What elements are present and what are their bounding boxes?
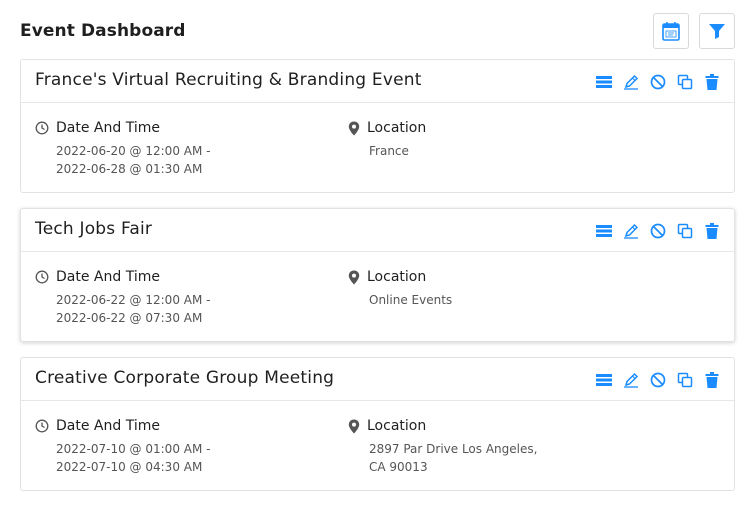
- list-icon: [596, 225, 612, 237]
- date-time-section: Date And Time 2022-06-20 @ 12:00 AM - 20…: [35, 120, 210, 178]
- ban-icon: [650, 74, 666, 90]
- delete-button[interactable]: [702, 370, 722, 390]
- filter-funnel-icon: [709, 24, 725, 39]
- date-time-label: Date And Time: [56, 269, 160, 285]
- copy-icon: [677, 223, 693, 239]
- filter-button[interactable]: [699, 13, 735, 49]
- duplicate-button[interactable]: [675, 221, 695, 241]
- location-label: Location: [367, 418, 427, 434]
- date-time-section: Date And Time 2022-07-10 @ 01:00 AM - 20…: [35, 418, 210, 476]
- location-section: Location Online Events: [348, 269, 452, 309]
- date-time-section: Date And Time 2022-06-22 @ 12:00 AM - 20…: [35, 269, 210, 327]
- event-card: France's Virtual Recruiting & Branding E…: [20, 59, 735, 193]
- list-details-button[interactable]: [594, 72, 614, 92]
- event-card: Creative Corporate Group Meeting Date An: [20, 357, 735, 491]
- event-card-header: Creative Corporate Group Meeting: [21, 358, 734, 401]
- event-card-body: Date And Time 2022-07-10 @ 01:00 AM - 20…: [21, 401, 734, 491]
- clock-icon: [35, 419, 49, 433]
- ban-icon: [650, 223, 666, 239]
- event-card-body: Date And Time 2022-06-22 @ 12:00 AM - 20…: [21, 252, 734, 342]
- event-card: Tech Jobs Fair Date And Time 2022-06-22 …: [20, 208, 735, 342]
- event-actions: [594, 72, 722, 92]
- location-section: Location 2897 Par Drive Los Angeles, CA …: [348, 418, 537, 476]
- event-title: Creative Corporate Group Meeting: [35, 368, 335, 388]
- event-title: France's Virtual Recruiting & Branding E…: [35, 70, 422, 90]
- event-location-line1: France: [369, 144, 409, 158]
- ban-icon: [650, 372, 666, 388]
- date-time-label: Date And Time: [56, 120, 160, 136]
- edit-button[interactable]: [621, 370, 641, 390]
- pencil-icon: [624, 74, 639, 90]
- duplicate-button[interactable]: [675, 370, 695, 390]
- event-date-end: 2022-07-10 @ 04:30 AM: [56, 460, 203, 474]
- trash-icon: [705, 74, 719, 90]
- date-time-label: Date And Time: [56, 418, 160, 434]
- event-date-start: 2022-07-10 @ 01:00 AM -: [56, 442, 211, 456]
- location-label: Location: [367, 269, 427, 285]
- map-pin-icon: [348, 419, 360, 433]
- list-icon: [596, 374, 612, 386]
- map-pin-icon: [348, 121, 360, 135]
- list-details-button[interactable]: [594, 221, 614, 241]
- event-card-header: Tech Jobs Fair: [21, 209, 734, 252]
- event-card-body: Date And Time 2022-06-20 @ 12:00 AM - 20…: [21, 103, 734, 193]
- event-actions: [594, 221, 722, 241]
- event-date-start: 2022-06-20 @ 12:00 AM -: [56, 144, 211, 158]
- page-title: Event Dashboard: [20, 21, 186, 41]
- ical-calendar-icon: [662, 22, 680, 41]
- map-pin-icon: [348, 270, 360, 284]
- cancel-event-button[interactable]: [648, 370, 668, 390]
- list-details-button[interactable]: [594, 370, 614, 390]
- copy-icon: [677, 74, 693, 90]
- event-card-header: France's Virtual Recruiting & Branding E…: [21, 60, 734, 103]
- event-location-line1: Online Events: [369, 293, 453, 307]
- copy-icon: [677, 372, 693, 388]
- location-label: Location: [367, 120, 427, 136]
- pencil-icon: [624, 372, 639, 388]
- clock-icon: [35, 121, 49, 135]
- event-date-end: 2022-06-28 @ 01:30 AM: [56, 162, 203, 176]
- delete-button[interactable]: [702, 72, 722, 92]
- event-location-line1: 2897 Par Drive Los Angeles,: [369, 442, 538, 456]
- list-icon: [596, 76, 612, 88]
- event-title: Tech Jobs Fair: [35, 219, 153, 239]
- cancel-event-button[interactable]: [648, 72, 668, 92]
- event-location-line2: CA 90013: [369, 460, 428, 474]
- duplicate-button[interactable]: [675, 72, 695, 92]
- delete-button[interactable]: [702, 221, 722, 241]
- location-section: Location France: [348, 120, 426, 160]
- ical-export-button[interactable]: [653, 13, 689, 49]
- trash-icon: [705, 372, 719, 388]
- trash-icon: [705, 223, 719, 239]
- event-date-end: 2022-06-22 @ 07:30 AM: [56, 311, 203, 325]
- cancel-event-button[interactable]: [648, 221, 668, 241]
- edit-button[interactable]: [621, 72, 641, 92]
- event-actions: [594, 370, 722, 390]
- edit-button[interactable]: [621, 221, 641, 241]
- pencil-icon: [624, 223, 639, 239]
- dashboard-header: Event Dashboard: [20, 13, 735, 49]
- clock-icon: [35, 270, 49, 284]
- event-date-start: 2022-06-22 @ 12:00 AM -: [56, 293, 211, 307]
